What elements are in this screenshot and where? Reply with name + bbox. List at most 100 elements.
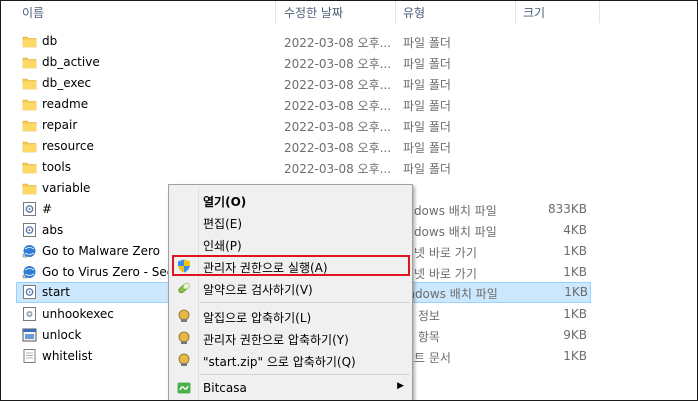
column-type[interactable]: 유형 bbox=[403, 4, 425, 21]
file-size: 1KB bbox=[563, 265, 587, 279]
batch-file-icon bbox=[22, 223, 37, 237]
bitcasa-icon bbox=[177, 381, 191, 395]
file-type: indows 배치 파일 bbox=[403, 225, 497, 239]
file-date: 2022-03-08 오후... bbox=[284, 99, 392, 113]
menu-separator bbox=[200, 302, 410, 303]
file-type: indows 배치 파일 bbox=[404, 287, 498, 301]
file-name: Go to Virus Zero - Secu bbox=[42, 265, 181, 279]
file-name: unhookexec bbox=[42, 307, 114, 321]
file-size: 9KB bbox=[563, 328, 587, 342]
file-size: 4KB bbox=[563, 223, 587, 237]
menu-item-label: Bitcasa bbox=[203, 381, 247, 395]
file-row[interactable]: db_exec 2022-03-08 오후... 파일 폴더 bbox=[1, 73, 697, 94]
alzip-icon bbox=[177, 331, 191, 345]
menu-item-open[interactable]: 열기(O) bbox=[169, 189, 412, 211]
file-date: 2022-03-08 오후... bbox=[284, 57, 392, 71]
file-name: readme bbox=[42, 97, 89, 111]
file-size: 1KB bbox=[563, 307, 587, 321]
submenu-arrow-icon: ▶ bbox=[397, 381, 404, 391]
file-name: tools bbox=[42, 160, 71, 174]
file-explorer-window: 이름 수정한 날짜 유형 크기 db 2022-03-08 오후... 파일 폴더 d… bbox=[0, 0, 698, 401]
menu-item-label: 관리자 권한으로 압축하기(Y) bbox=[203, 333, 349, 347]
menu-item-print[interactable]: 인쇄(P) bbox=[169, 233, 412, 255]
folder-icon bbox=[22, 76, 37, 90]
menu-item-label: 인쇄(P) bbox=[203, 239, 242, 253]
alzip-icon bbox=[177, 309, 191, 323]
menu-item-label: "start.zip" 으로 압축하기(Q) bbox=[203, 355, 356, 369]
folder-icon bbox=[22, 97, 37, 111]
file-name: # bbox=[42, 202, 53, 216]
folder-icon bbox=[22, 34, 37, 48]
batch-file-icon bbox=[22, 202, 37, 216]
file-date: 2022-03-08 오후... bbox=[284, 36, 392, 50]
file-name: unlock bbox=[42, 328, 82, 342]
file-size: 1KB bbox=[564, 285, 588, 299]
menu-item-alyac-scan[interactable]: 알약으로 검사하기(V) bbox=[169, 277, 412, 299]
menu-item-edit[interactable]: 편집(E) bbox=[169, 211, 412, 233]
highlight-box bbox=[172, 255, 410, 276]
file-name: resource bbox=[42, 139, 94, 153]
column-divider[interactable] bbox=[395, 1, 396, 23]
file-row[interactable]: db 2022-03-08 오후... 파일 폴더 bbox=[1, 31, 697, 52]
file-name: repair bbox=[42, 118, 78, 132]
folder-icon bbox=[22, 55, 37, 69]
file-name: whitelist bbox=[42, 349, 93, 363]
file-type: 파일 폴더 bbox=[403, 78, 451, 92]
file-name: Go to Malware Zero bbox=[42, 244, 161, 258]
alzip-icon bbox=[177, 353, 191, 367]
file-row[interactable]: tools 2022-03-08 오후... 파일 폴더 bbox=[1, 157, 697, 178]
internet-shortcut-icon bbox=[22, 244, 37, 258]
column-size[interactable]: 크기 bbox=[523, 4, 545, 21]
file-size: 1KB bbox=[563, 244, 587, 258]
menu-item-alzip-compress[interactable]: 알집으로 압축하기(L) bbox=[169, 305, 412, 327]
internet-shortcut-icon bbox=[22, 265, 37, 279]
settings-file-icon bbox=[22, 307, 37, 321]
menu-item-label: 알집으로 압축하기(L) bbox=[203, 311, 312, 325]
file-type: 파일 폴더 bbox=[403, 99, 451, 113]
file-row[interactable]: repair 2022-03-08 오후... 파일 폴더 bbox=[1, 115, 697, 136]
context-menu: 열기(O) 편집(E) 인쇄(P) 관리자 권한으로 실행(A) 알약으로 검사… bbox=[168, 184, 413, 400]
column-name[interactable]: 이름 bbox=[22, 4, 44, 21]
folder-icon bbox=[22, 118, 37, 132]
menu-item-label: 편집(E) bbox=[203, 217, 243, 231]
folder-icon bbox=[22, 181, 37, 195]
column-divider[interactable] bbox=[275, 1, 276, 23]
folder-icon bbox=[22, 160, 37, 174]
app-icon bbox=[22, 328, 37, 342]
file-type: 파일 폴더 bbox=[403, 36, 451, 50]
menu-item-admin-compress[interactable]: 관리자 권한으로 압축하기(Y) bbox=[169, 327, 412, 349]
file-name: db bbox=[42, 34, 58, 48]
file-size: 833KB bbox=[547, 202, 587, 216]
file-type: indows 배치 파일 bbox=[403, 204, 497, 218]
column-divider[interactable] bbox=[515, 1, 516, 23]
folder-icon bbox=[22, 139, 37, 153]
menu-item-label: 열기(O) bbox=[203, 195, 247, 209]
column-divider[interactable] bbox=[599, 1, 600, 23]
file-type: 터넷 바로 가기 bbox=[403, 267, 477, 281]
column-header: 이름 수정한 날짜 유형 크기 bbox=[1, 1, 697, 25]
file-date: 2022-03-08 오후... bbox=[284, 141, 392, 155]
file-type: 터넷 바로 가기 bbox=[403, 246, 477, 260]
text-file-icon bbox=[22, 349, 37, 363]
menu-item-compress-to-zip[interactable]: "start.zip" 으로 압축하기(Q) bbox=[169, 349, 412, 371]
column-date[interactable]: 수정한 날짜 bbox=[284, 4, 343, 21]
file-name: start bbox=[42, 285, 70, 299]
file-date: 2022-03-08 오후... bbox=[284, 162, 392, 176]
file-date: 2022-03-08 오후... bbox=[284, 120, 392, 134]
file-type: 파일 폴더 bbox=[403, 57, 451, 71]
file-row[interactable]: resource 2022-03-08 오후... 파일 폴더 bbox=[1, 136, 697, 157]
file-name: abs bbox=[42, 223, 64, 237]
file-type: 파일 폴더 bbox=[403, 141, 451, 155]
file-name: db_exec bbox=[42, 76, 92, 90]
menu-item-bitcasa[interactable]: Bitcasa ▶ bbox=[169, 377, 412, 399]
file-size: 1KB bbox=[563, 349, 587, 363]
file-row[interactable]: db_active 2022-03-08 오후... 파일 폴더 bbox=[1, 52, 697, 73]
file-row[interactable]: readme 2022-03-08 오후... 파일 폴더 bbox=[1, 94, 697, 115]
menu-separator bbox=[200, 374, 410, 375]
menu-item-label: 알약으로 검사하기(V) bbox=[203, 283, 313, 297]
file-type: 파일 폴더 bbox=[403, 120, 451, 134]
file-date: 2022-03-08 오후... bbox=[284, 78, 392, 92]
file-name: db_active bbox=[42, 55, 100, 69]
file-name: variable bbox=[42, 181, 91, 195]
alyac-pill-icon bbox=[177, 281, 191, 295]
